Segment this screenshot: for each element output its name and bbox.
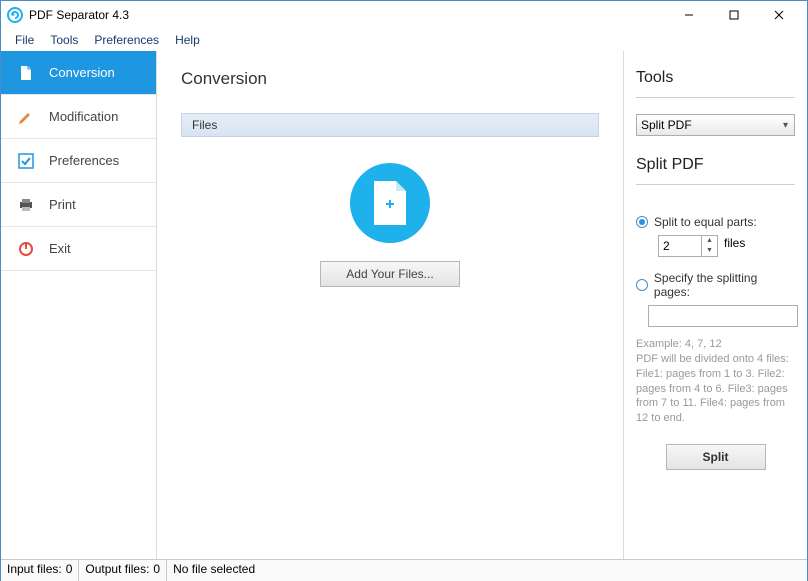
menubar: File Tools Preferences Help xyxy=(1,29,807,51)
drop-area[interactable]: Add Your Files... xyxy=(181,163,599,287)
status-input-files: Input files: 0 xyxy=(1,560,79,581)
titlebar: PDF Separator 4.3 xyxy=(1,1,807,29)
split-button[interactable]: Split xyxy=(666,444,766,470)
sidebar-item-conversion[interactable]: Conversion xyxy=(1,51,156,95)
sidebar-item-label: Exit xyxy=(49,241,71,256)
tool-select[interactable]: Split PDF ▾ xyxy=(636,114,795,136)
minimize-button[interactable] xyxy=(666,3,711,27)
window-buttons xyxy=(666,3,801,27)
statusbar: Input files: 0 Output files: 0 No file s… xyxy=(1,559,807,581)
window-title: PDF Separator 4.3 xyxy=(29,8,666,22)
spinner-arrows[interactable]: ▲▼ xyxy=(701,236,717,256)
sidebar-item-print[interactable]: Print xyxy=(1,183,156,227)
menu-file[interactable]: File xyxy=(7,33,42,47)
add-files-button[interactable]: Add Your Files... xyxy=(320,261,460,287)
sidebar-item-label: Print xyxy=(49,197,76,212)
sidebar-item-label: Preferences xyxy=(49,153,119,168)
sidebar-item-exit[interactable]: Exit xyxy=(1,227,156,271)
tool-select-value: Split PDF xyxy=(641,118,692,132)
add-file-icon xyxy=(350,163,430,243)
close-button[interactable] xyxy=(756,3,801,27)
menu-help[interactable]: Help xyxy=(167,33,208,47)
spinner-value: 2 xyxy=(659,239,701,253)
pencil-icon xyxy=(17,108,35,126)
radio-label: Split to equal parts: xyxy=(654,215,757,229)
radio-label: Specify the splitting pages: xyxy=(654,271,795,299)
radio-specify-pages[interactable]: Specify the splitting pages: xyxy=(636,271,795,299)
sidebar-item-modification[interactable]: Modification xyxy=(1,95,156,139)
files-header: Files xyxy=(181,113,599,137)
radio-equal-parts[interactable]: Split to equal parts: xyxy=(636,215,795,229)
status-selection: No file selected xyxy=(167,560,807,581)
tools-panel: Tools Split PDF ▾ Split PDF Split to equ… xyxy=(623,51,807,559)
spinner-unit: files xyxy=(724,236,745,250)
status-output-files: Output files: 0 xyxy=(79,560,167,581)
sidebar-item-label: Modification xyxy=(49,109,118,124)
main-panel: Conversion Files Add Your Files... xyxy=(157,51,623,559)
divider xyxy=(636,184,795,185)
sidebar-item-label: Conversion xyxy=(49,65,115,80)
sidebar: Conversion Modification Preferences Prin… xyxy=(1,51,157,559)
sidebar-item-preferences[interactable]: Preferences xyxy=(1,139,156,183)
document-icon xyxy=(17,64,35,82)
example-body: PDF will be divided onto 4 files: File1:… xyxy=(636,352,795,426)
radio-icon xyxy=(636,216,648,228)
tool-subheading: Split PDF xyxy=(636,156,795,174)
printer-icon xyxy=(17,196,35,214)
equal-parts-spinner[interactable]: 2 ▲▼ xyxy=(658,235,718,257)
divider xyxy=(636,97,795,98)
tools-heading: Tools xyxy=(636,69,795,87)
checkbox-icon xyxy=(17,152,35,170)
example-label: Example: 4, 7, 12 xyxy=(636,337,795,352)
example-text: Example: 4, 7, 12 PDF will be divided on… xyxy=(636,337,795,426)
menu-preferences[interactable]: Preferences xyxy=(86,33,167,47)
page-title: Conversion xyxy=(181,69,599,89)
app-icon xyxy=(7,7,23,23)
radio-icon xyxy=(636,279,648,291)
chevron-down-icon: ▾ xyxy=(783,120,788,131)
pages-input[interactable] xyxy=(648,305,798,327)
power-icon xyxy=(17,240,35,258)
maximize-button[interactable] xyxy=(711,3,756,27)
menu-tools[interactable]: Tools xyxy=(42,33,86,47)
